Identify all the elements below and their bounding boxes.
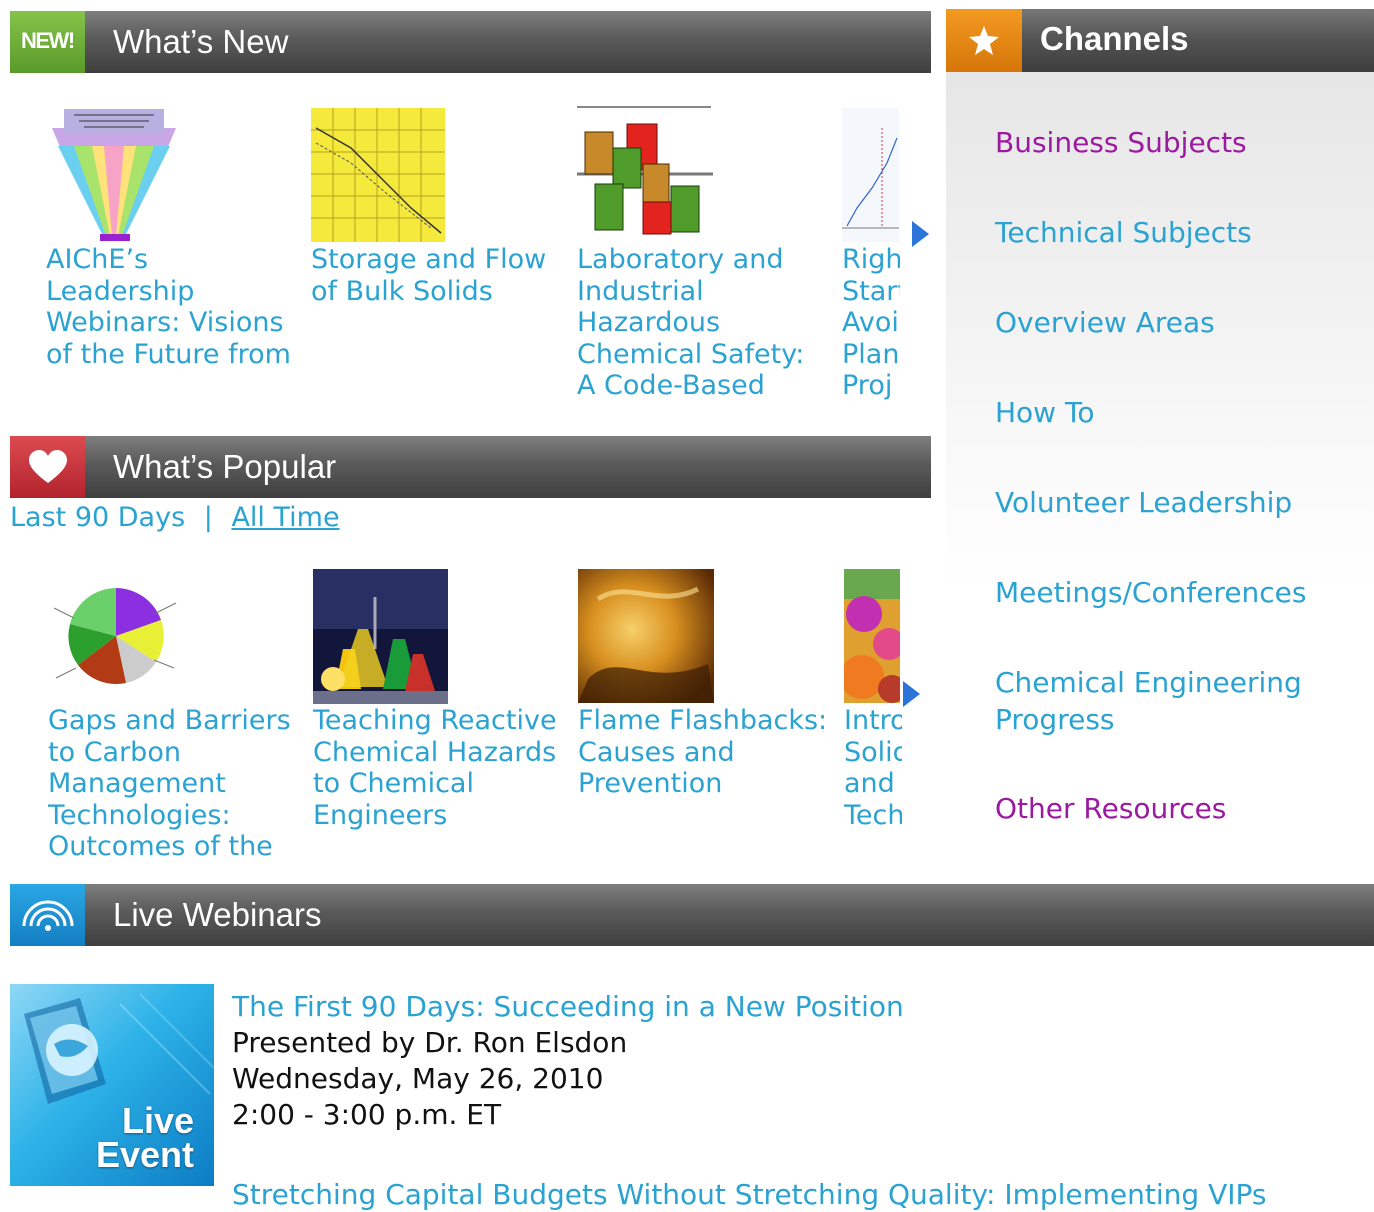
popular-item-1-thumbnail[interactable] <box>46 568 186 702</box>
broadcast-icon <box>22 900 74 931</box>
new-item-4-caption[interactable]: Right Start Avoi Plan Proj <box>842 244 900 402</box>
popular-item-2-caption[interactable]: Teaching Reactive Chemical Hazards to Ch… <box>313 705 575 863</box>
popular-item-4-thumbnail[interactable] <box>844 569 900 703</box>
channels-title: Channels <box>1040 20 1189 57</box>
live-webinars-title: Live Webinars <box>113 896 322 933</box>
channel-business-subjects[interactable]: Business Subjects <box>995 124 1247 161</box>
filter-all-time-link[interactable]: All Time <box>231 502 339 533</box>
popular-item-3-thumbnail[interactable] <box>578 569 714 703</box>
new-badge-label: NEW! <box>21 28 75 53</box>
channel-chemical-engineering-progress[interactable]: Chemical Engineering Progress <box>995 664 1325 738</box>
channel-overview-areas[interactable]: Overview Areas <box>995 304 1215 341</box>
new-badge: NEW! <box>10 11 85 73</box>
event-1-time: 2:00 - 3:00 p.m. ET <box>232 1098 502 1131</box>
new-item-2-thumbnail[interactable] <box>311 108 445 242</box>
popular-item-4-caption[interactable]: Intro Solid and Tech <box>844 705 902 863</box>
live-event-label-event: Event <box>95 1134 194 1175</box>
whats-popular-title: What’s Popular <box>113 448 337 485</box>
event-2-title-link[interactable]: Stretching Capital Budgets Without Stret… <box>232 1178 1266 1211</box>
new-item-1-caption[interactable]: AIChE’s Leadership Webinars: Visions of … <box>46 244 294 402</box>
whats-new-next-arrow-icon[interactable] <box>912 221 929 247</box>
channel-other-resources[interactable]: Other Resources <box>995 790 1226 827</box>
channel-how-to[interactable]: How To <box>995 394 1094 431</box>
event-1-presenter: Presented by Dr. Ron Elsdon <box>232 1026 628 1059</box>
new-item-1-thumbnail[interactable] <box>44 106 184 243</box>
whats-popular-next-arrow-icon[interactable] <box>903 681 920 707</box>
popular-filter: Last 90 Days | All Time <box>10 501 340 535</box>
channel-volunteer-leadership[interactable]: Volunteer Leadership <box>995 484 1292 521</box>
popular-badge <box>10 436 85 498</box>
channels-badge <box>946 9 1022 72</box>
popular-item-2-thumbnail[interactable] <box>313 569 448 704</box>
new-item-2-caption[interactable]: Storage and Flow of Bulk Solids <box>311 244 563 402</box>
whats-new-header: NEW! What’s New <box>10 11 931 73</box>
star-icon <box>969 26 999 55</box>
new-item-3-caption[interactable]: Laboratory and Industrial Hazardous Chem… <box>577 244 827 402</box>
live-webinars-header: Live Webinars <box>10 884 1374 946</box>
event-1-title-link[interactable]: The First 90 Days: Succeeding in a New P… <box>232 990 904 1023</box>
event-1-date: Wednesday, May 26, 2010 <box>232 1062 604 1095</box>
filter-separator: | <box>203 502 213 533</box>
new-item-3-thumbnail[interactable] <box>577 106 713 240</box>
live-event-image[interactable]: Live Event <box>10 984 214 1186</box>
popular-item-3-caption[interactable]: Flame Flashbacks: Causes and Prevention <box>578 705 828 863</box>
live-badge <box>10 884 85 946</box>
heart-icon <box>29 450 67 483</box>
popular-item-1-caption[interactable]: Gaps and Barriers to Carbon Management T… <box>48 705 308 863</box>
filter-last-90-days-link[interactable]: Last 90 Days <box>10 502 185 533</box>
channels-panel <box>946 72 1374 884</box>
whats-popular-header: What’s Popular <box>10 436 931 498</box>
whats-new-title: What’s New <box>113 23 289 60</box>
new-item-4-thumbnail[interactable] <box>842 108 899 242</box>
channel-technical-subjects[interactable]: Technical Subjects <box>995 214 1252 251</box>
channels-header: Channels <box>946 9 1374 72</box>
channel-meetings-conferences[interactable]: Meetings/Conferences <box>995 574 1307 611</box>
